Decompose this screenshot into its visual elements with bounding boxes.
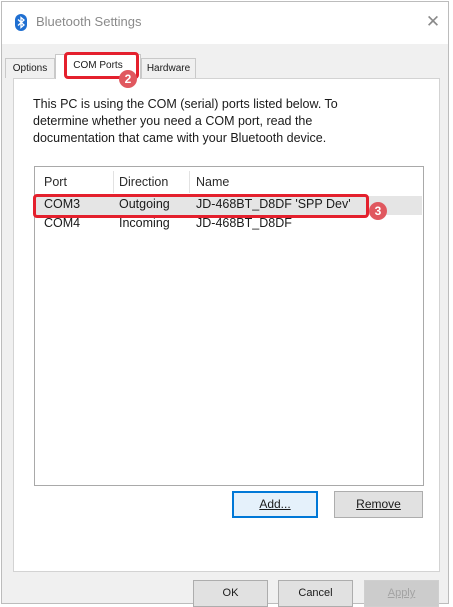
highlight-com3-row bbox=[33, 194, 369, 218]
column-header-port[interactable]: Port bbox=[44, 175, 67, 189]
column-divider[interactable] bbox=[113, 171, 114, 193]
ok-button[interactable]: OK bbox=[193, 580, 268, 607]
remove-button[interactable]: Remove bbox=[334, 491, 423, 518]
title-bar[interactable]: Bluetooth Settings ✕ bbox=[2, 2, 448, 44]
apply-button: Apply bbox=[364, 580, 439, 607]
remove-button-label: Remove bbox=[356, 497, 401, 511]
column-divider[interactable] bbox=[189, 171, 190, 193]
direction-cell: Incoming bbox=[119, 216, 170, 230]
cancel-button[interactable]: Cancel bbox=[278, 580, 353, 607]
apply-button-label: Apply bbox=[387, 587, 416, 599]
bluetooth-settings-dialog: Bluetooth Settings ✕ Options COM Ports H… bbox=[1, 1, 449, 607]
column-header-name[interactable]: Name bbox=[196, 175, 229, 189]
com-ports-panel: This PC is using the COM (serial) ports … bbox=[13, 78, 440, 572]
close-icon[interactable]: ✕ bbox=[422, 11, 444, 33]
port-cell: COM4 bbox=[44, 216, 81, 230]
add-button-label: Add... bbox=[259, 497, 291, 511]
name-cell: JD-468BT_D8DF bbox=[196, 216, 292, 230]
step-2-badge: 2 bbox=[119, 70, 137, 88]
add-button[interactable]: Add... bbox=[232, 491, 318, 518]
column-header-direction[interactable]: Direction bbox=[119, 175, 168, 189]
step-3-badge: 3 bbox=[369, 202, 387, 220]
tab-options[interactable]: Options bbox=[5, 58, 55, 78]
window-title: Bluetooth Settings bbox=[36, 14, 142, 29]
description-text: This PC is using the COM (serial) ports … bbox=[33, 97, 338, 145]
bluetooth-icon bbox=[15, 14, 27, 31]
tab-hardware[interactable]: Hardware bbox=[141, 58, 196, 78]
